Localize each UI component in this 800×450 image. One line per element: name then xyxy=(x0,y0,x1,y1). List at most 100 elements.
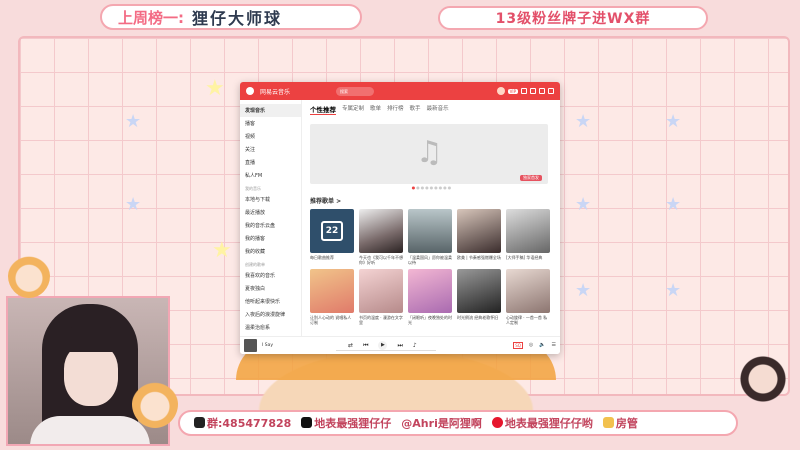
playlist-cover[interactable] xyxy=(359,269,403,313)
sidebar-item-playlist[interactable]: 他听起来很快乐 xyxy=(240,295,301,308)
weibo-info: 地表最强狸仔仔哟 xyxy=(491,415,593,431)
sidebar-section-mine: 我的音乐 xyxy=(245,186,261,191)
playlist-caption[interactable]: [大师手稿] 华语经典 xyxy=(506,255,550,265)
playlist-caption[interactable]: 欧美 | 节奏感强燃爆全场 xyxy=(457,255,501,265)
play-button[interactable]: ▶ xyxy=(378,341,388,350)
sidebar-item-cloud[interactable]: 我的音乐云盘 xyxy=(240,219,301,232)
social-info-bar: 群:485477828 地表最强狸仔仔 @Ahri是阿狸啊 地表最强狸仔仔哟 房… xyxy=(178,410,738,436)
playlist-cover[interactable] xyxy=(359,209,403,253)
playlist-caption[interactable]: 时光倒流 经典老歌怀旧 xyxy=(457,315,501,325)
minimize-icon[interactable] xyxy=(530,88,536,94)
top-gifter-label: 上周榜一: xyxy=(118,8,184,27)
playlist-caption[interactable]: 让别人心动的 说唱私人订制 xyxy=(310,315,354,325)
sidebar-item-local[interactable]: 本地与下载 xyxy=(240,193,301,206)
playlist-caption[interactable]: 「温柔国风」愿你被温柔以待 xyxy=(408,255,452,265)
shuffle-icon[interactable]: ⇄ xyxy=(348,342,353,349)
avatar[interactable] xyxy=(496,87,505,95)
streamer-avatar-sticker xyxy=(738,355,788,415)
playlist-card[interactable]: 「温柔国风」愿你被温柔以待 xyxy=(408,209,452,265)
sidebar-item-discover[interactable]: 发现音乐 xyxy=(240,104,301,117)
playlist-card[interactable]: 心动旋律 · 一首一首 私人定制 xyxy=(506,269,550,325)
playlist-card[interactable]: 欧美 | 节奏感强燃爆全场 xyxy=(457,209,501,265)
sidebar-item-podcast[interactable]: 播客 xyxy=(240,117,301,130)
playlist-card[interactable]: 22 每日歌曲推荐 xyxy=(310,209,354,265)
moderator-info: 房管 xyxy=(602,415,638,431)
sidebar-item-follow[interactable]: 关注 xyxy=(240,143,301,156)
playlist-card[interactable]: 时光倒流 经典老歌怀旧 xyxy=(457,269,501,325)
playlist-card[interactable]: 书页的温度 · 漫游在文字里 xyxy=(359,269,403,325)
playlist-cover[interactable] xyxy=(506,269,550,313)
previous-icon[interactable]: ⏮ xyxy=(363,342,368,350)
lyrics-icon[interactable]: ♪ xyxy=(413,342,417,349)
star-icon: ★ xyxy=(125,111,142,132)
tab-custom[interactable]: 专属定制 xyxy=(342,104,364,115)
search-input[interactable]: 搜索 xyxy=(336,86,375,96)
tab-bar: 个性推荐 专属定制 歌单 排行榜 歌手 最新音乐 xyxy=(310,104,554,118)
playlist-card[interactable]: 「闭眼听」夜晚独处的时光 xyxy=(408,269,452,325)
app-titlebar: 网易云音乐 搜索 VIP xyxy=(240,82,560,100)
effects-icon[interactable]: ◎ xyxy=(529,342,533,349)
star-icon: ★ xyxy=(665,111,682,132)
playlist-cover[interactable] xyxy=(408,269,452,313)
now-playing-title[interactable]: I Say xyxy=(262,343,273,348)
star-icon: ★ xyxy=(212,238,232,263)
settings-icon[interactable] xyxy=(521,88,527,94)
fox-mascot-sticker xyxy=(8,254,50,298)
banner-carousel[interactable]: ♫ 独家首发 xyxy=(310,124,548,184)
playlist-card[interactable]: 让别人心动的 说唱私人订制 xyxy=(310,269,354,325)
player-bar: I Say ⇄ ⏮ ▶ ⏭ ♪ SQ ◎ 🔈 ☰ xyxy=(240,336,560,354)
playlist-cover[interactable] xyxy=(457,209,501,253)
playlist-cover[interactable] xyxy=(457,269,501,313)
sidebar-item-video[interactable]: 视频 xyxy=(240,130,301,143)
tab-charts[interactable]: 排行榜 xyxy=(387,104,404,115)
sidebar-item-my-podcast[interactable]: 我的播客 xyxy=(240,232,301,245)
sidebar-item-liked[interactable]: 我喜欢的音乐 xyxy=(240,269,301,282)
playlist-cover[interactable]: 22 xyxy=(310,209,354,253)
player-extras: SQ ◎ 🔈 ☰ xyxy=(513,342,556,349)
playlist-caption[interactable]: 今天也《我可以千年不想你》好听 xyxy=(359,255,403,265)
playback-controls: ⇄ ⏮ ▶ ⏭ ♪ xyxy=(348,341,417,350)
sidebar-item-fm[interactable]: 私人FM xyxy=(240,169,301,182)
volume-icon[interactable]: 🔈 xyxy=(539,342,545,349)
douyin-info: 地表最强狸仔仔 xyxy=(301,415,391,431)
sidebar-item-playlist[interactable]: 入夜后的浪漫旋律 xyxy=(240,308,301,321)
playlist-caption[interactable]: 心动旋律 · 一首一首 私人定制 xyxy=(506,315,550,325)
playlist-caption[interactable]: 「闭眼听」夜晚独处的时光 xyxy=(408,315,452,325)
playlist-caption[interactable]: 书页的温度 · 漫游在文字里 xyxy=(359,315,403,325)
tab-new-music[interactable]: 最新音乐 xyxy=(427,104,449,115)
playlist-cover[interactable] xyxy=(408,209,452,253)
tab-artists[interactable]: 歌手 xyxy=(410,104,421,115)
playlist-card[interactable]: 今天也《我可以千年不想你》好听 xyxy=(359,209,403,265)
playlist-cover[interactable] xyxy=(310,269,354,313)
tab-recommend[interactable]: 个性推荐 xyxy=(310,104,336,115)
playlist-card[interactable]: [大师手稿] 华语经典 xyxy=(506,209,550,265)
playlist-caption[interactable]: 每日歌曲推荐 xyxy=(310,255,354,265)
maximize-icon[interactable] xyxy=(539,88,545,94)
tab-playlists[interactable]: 歌单 xyxy=(370,104,381,115)
progress-slider[interactable] xyxy=(336,350,436,351)
bilibili-info: @Ahri是阿狸啊 xyxy=(401,417,482,430)
section-title[interactable]: 推荐歌单 > xyxy=(310,196,554,205)
close-icon[interactable] xyxy=(548,88,554,94)
sidebar-item-playlist[interactable]: 温柔治愈系 xyxy=(240,321,301,334)
sidebar-item-live[interactable]: 直播 xyxy=(240,156,301,169)
carousel-badge: 独家首发 xyxy=(520,175,542,181)
sidebar-item-playlist[interactable]: 夏夜独白 xyxy=(240,282,301,295)
now-playing-cover[interactable] xyxy=(244,339,257,352)
next-icon[interactable]: ⏭ xyxy=(397,342,402,350)
calendar-icon: 22 xyxy=(321,221,343,241)
sidebar-item-recent[interactable]: 最近播放 xyxy=(240,206,301,219)
stream-overlay: ★ ★ ★ ★ ★ ★ ★ ★ ★ ★ 上周榜一: 狸仔大师球 13级粉丝牌子进… xyxy=(0,0,800,450)
quality-badge[interactable]: SQ xyxy=(513,342,523,349)
star-icon: ★ xyxy=(125,194,142,215)
user-area[interactable]: VIP xyxy=(496,87,554,95)
app-title: 网易云音乐 xyxy=(260,88,291,96)
carousel-dots[interactable]: ●●●●●●●●● xyxy=(310,185,554,190)
playlist-icon[interactable]: ☰ xyxy=(552,342,556,349)
douyin-icon xyxy=(301,417,313,428)
star-icon: ★ xyxy=(205,76,225,101)
music-app-window[interactable]: 网易云音乐 搜索 VIP 发现音乐 播客 视频 关注 直播 私人FM 我的音乐 … xyxy=(240,82,560,354)
vip-badge: VIP xyxy=(507,88,518,94)
sidebar-item-collection[interactable]: 我的收藏 xyxy=(240,245,301,258)
playlist-cover[interactable] xyxy=(506,209,550,253)
